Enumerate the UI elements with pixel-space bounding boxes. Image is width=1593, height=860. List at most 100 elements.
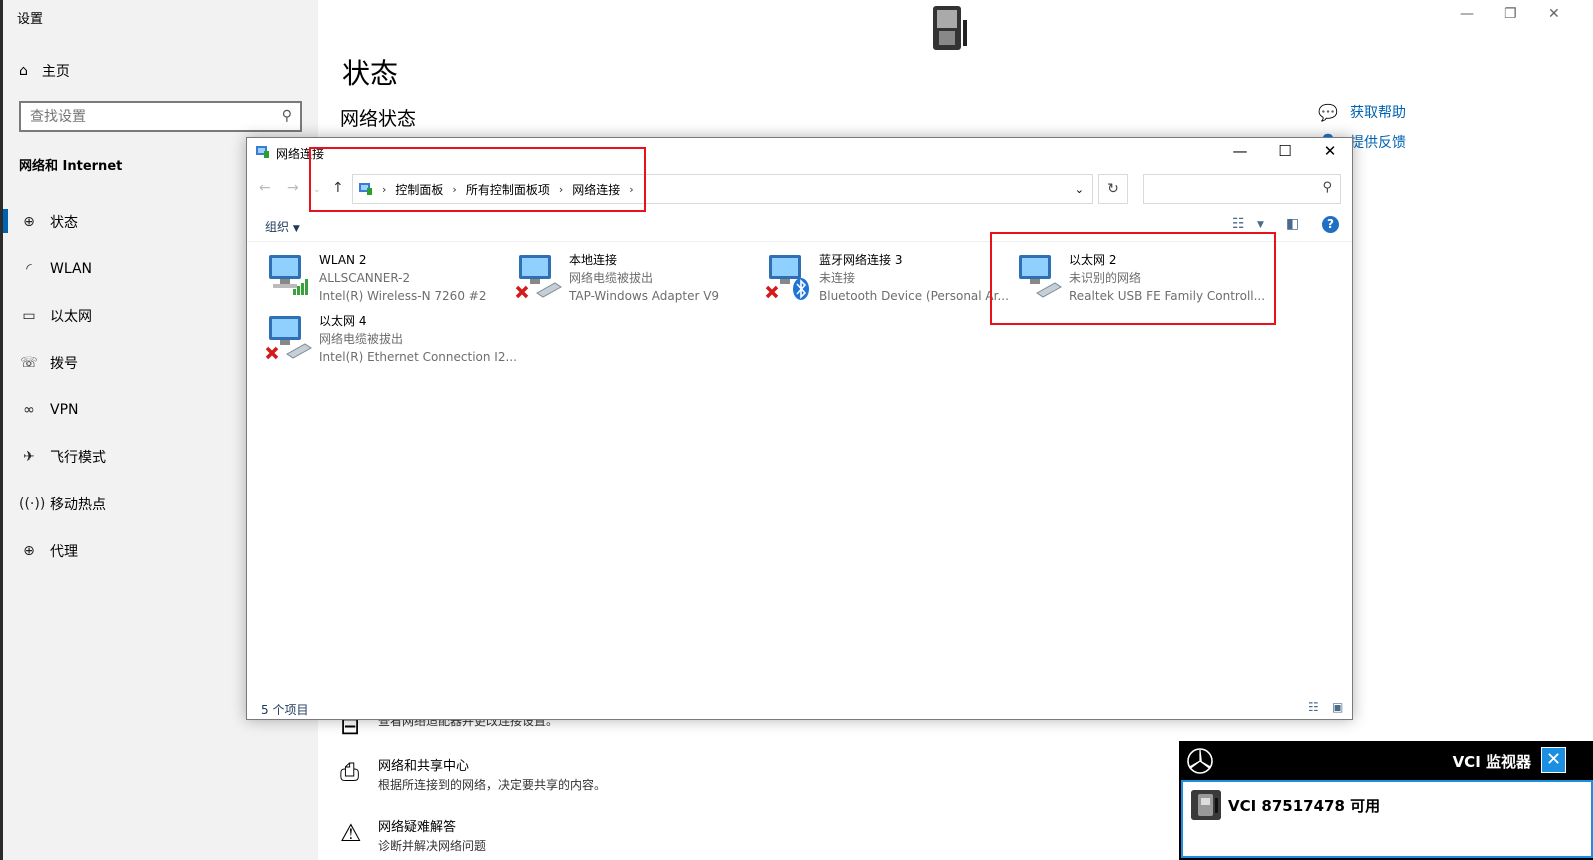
organize-label: 组织 (265, 220, 290, 234)
ethernet-disconnected-icon (265, 316, 312, 360)
dialup-icon: ☏ (20, 354, 38, 371)
section-title: 网络和 Internet (19, 159, 123, 174)
organize-menu[interactable]: 组织 ▼ (265, 218, 300, 235)
ethernet-icon: ▭ (22, 307, 36, 324)
connection-status: ALLSCANNER-2 (319, 271, 411, 285)
breadcrumb-separator: › (382, 182, 387, 196)
status-icon: ⊕ (23, 213, 35, 230)
vci-body: VCI 87517478 可用 (1181, 780, 1593, 858)
get-help-link[interactable]: 💬 获取帮助 (1318, 97, 1406, 127)
large-icons-view-icon[interactable]: ▣ (1332, 700, 1343, 714)
toolbar-divider (247, 241, 1352, 242)
settings-search-input[interactable] (21, 103, 261, 130)
address-dropdown-icon[interactable]: ⌄ (1075, 183, 1084, 196)
connection-device: Realtek USB FE Family Controll... (1069, 289, 1266, 303)
connection-device: TAP-Windows Adapter V9 (569, 289, 720, 303)
up-arrow-icon[interactable]: ↑ (332, 180, 344, 196)
refresh-button[interactable]: ↻ (1098, 174, 1128, 204)
breadcrumb-control-panel[interactable]: 控制面板 (395, 181, 443, 198)
troubleshoot-title: 网络疑难解答 (378, 820, 457, 835)
vpn-icon: ∞ (23, 401, 35, 418)
nav-item-label: 代理 (50, 543, 78, 560)
search-icon[interactable]: ⚲ (1322, 180, 1332, 195)
explorer-search-box: ⚲ (1143, 174, 1341, 204)
airplane-icon: ✈ (23, 448, 35, 465)
home-icon: ⌂ (19, 63, 28, 79)
connection-status: 未识别的网络 (1069, 271, 1142, 285)
connection-status: 网络电缆被拔出 (319, 332, 404, 346)
troubleshoot-desc: 诊断并解决网络问题 (378, 839, 487, 853)
page-subtitle: 网络状态 (340, 108, 417, 130)
vci-close-button[interactable]: ✕ (1541, 747, 1566, 773)
breadcrumb-separator: › (452, 182, 457, 196)
connection-name: 蓝牙网络连接 3 (819, 253, 903, 267)
nav-home-label: 主页 (41, 64, 70, 80)
help-icon[interactable]: ? (1322, 216, 1339, 233)
connection-local[interactable]: 本地连接 网络电缆被拔出 TAP-Windows Adapter V9 (515, 251, 760, 309)
nav-item-label: VPN (50, 401, 79, 418)
nav-item-label: 移动热点 (50, 496, 106, 513)
nav-item-label: 以太网 (50, 308, 92, 325)
connection-device: Intel(R) Wireless-N 7260 #2 (319, 289, 487, 303)
warning-icon: ⚠ (340, 819, 362, 847)
forward-arrow-icon[interactable]: → (287, 180, 299, 196)
mercedes-star-icon (1187, 747, 1213, 774)
connection-name: WLAN 2 (319, 253, 367, 267)
nav-item-label: WLAN (50, 260, 93, 277)
search-icon[interactable]: ⚲ (282, 108, 292, 124)
nav-item-label: 状态 (50, 214, 78, 231)
settings-search-box: ⚲ (19, 101, 302, 132)
recent-chevron-icon[interactable]: ⌄ (313, 185, 321, 195)
feedback-label: 提供反馈 (1350, 135, 1406, 151)
wireless-network-icon (269, 255, 308, 295)
sharing-center-item[interactable]: ⎙ 网络和共享中心 根据所连接到的网络，决定要共享的内容。 (340, 758, 606, 794)
bluetooth-network-icon (765, 255, 809, 300)
connection-wlan-2[interactable]: WLAN 2 ALLSCANNER-2 Intel(R) Wireless-N … (265, 251, 510, 309)
explorer-close-button[interactable]: ✕ (1310, 142, 1350, 160)
details-view-icon[interactable]: ☷ (1308, 700, 1319, 714)
settings-window-title: 设置 (17, 12, 44, 27)
close-button[interactable]: ✕ (1548, 6, 1560, 22)
address-bar[interactable]: › 控制面板 › 所有控制面板项 › 网络连接 › ⌄ (352, 174, 1093, 204)
nav-item-label: 飞行模式 (50, 449, 106, 466)
connection-name: 以太网 4 (319, 314, 367, 328)
connection-device: Intel(R) Ethernet Connection I2... (319, 350, 517, 364)
hotspot-icon: ((·)) (19, 495, 46, 512)
connection-ethernet-2[interactable]: 以太网 2 未识别的网络 Realtek USB FE Family Contr… (1015, 251, 1265, 309)
explorer-maximize-button[interactable]: ☐ (1265, 142, 1305, 160)
back-arrow-icon[interactable]: ← (259, 180, 271, 196)
vci-header: VCI 监视器 ✕ (1179, 741, 1593, 780)
globe-icon: ⊕ (23, 542, 35, 559)
dropdown-arrow-icon: ▼ (292, 224, 300, 234)
breadcrumb-all-items[interactable]: 所有控制面板项 (466, 181, 550, 198)
breadcrumb-separator: › (558, 182, 564, 196)
explorer-title: 网络连接 (276, 147, 325, 161)
restore-button[interactable]: ❐ (1504, 6, 1517, 22)
sharing-center-title: 网络和共享中心 (378, 759, 470, 774)
change-view-icon[interactable]: ☷ (1232, 216, 1245, 232)
connection-status: 网络电缆被拔出 (569, 271, 654, 285)
explorer-search-input[interactable] (1144, 175, 1314, 203)
view-dropdown-icon[interactable]: ▼ (1257, 220, 1264, 230)
vci-status-message: VCI 87517478 可用 (1228, 797, 1381, 815)
chat-help-icon: 💬 (1318, 102, 1338, 122)
page-title: 状态 (342, 57, 399, 90)
connection-name: 以太网 2 (1069, 253, 1117, 267)
sharing-center-icon: ⎙ (340, 758, 360, 786)
preview-pane-icon[interactable]: ◧ (1286, 216, 1299, 232)
troubleshoot-item[interactable]: ⚠ 网络疑难解答 诊断并解决网络问题 (340, 819, 486, 855)
connection-name: 本地连接 (569, 253, 618, 267)
nav-home[interactable]: ⌂ 主页 (19, 61, 70, 81)
sharing-center-desc: 根据所连接到的网络，决定要共享的内容。 (378, 778, 607, 792)
breadcrumb-network-connections[interactable]: 网络连接 (572, 181, 620, 198)
connection-ethernet-4[interactable]: 以太网 4 网络电缆被拔出 Intel(R) Ethernet Connecti… (265, 312, 517, 370)
connection-bluetooth-3[interactable]: 蓝牙网络连接 3 未连接 Bluetooth Device (Personal … (765, 251, 1010, 309)
ethernet-disconnected-icon (515, 255, 562, 299)
connection-device: Bluetooth Device (Personal Ar... (819, 289, 1009, 303)
minimize-button[interactable]: — (1460, 6, 1474, 22)
connection-status: 未连接 (819, 271, 856, 285)
nav-item-label: 拨号 (50, 355, 78, 372)
vci-monitor-popup: VCI 监视器 ✕ VCI 87517478 可用 (1179, 741, 1593, 860)
explorer-minimize-button[interactable]: — (1220, 142, 1260, 160)
ethernet-network-icon (1019, 255, 1062, 298)
